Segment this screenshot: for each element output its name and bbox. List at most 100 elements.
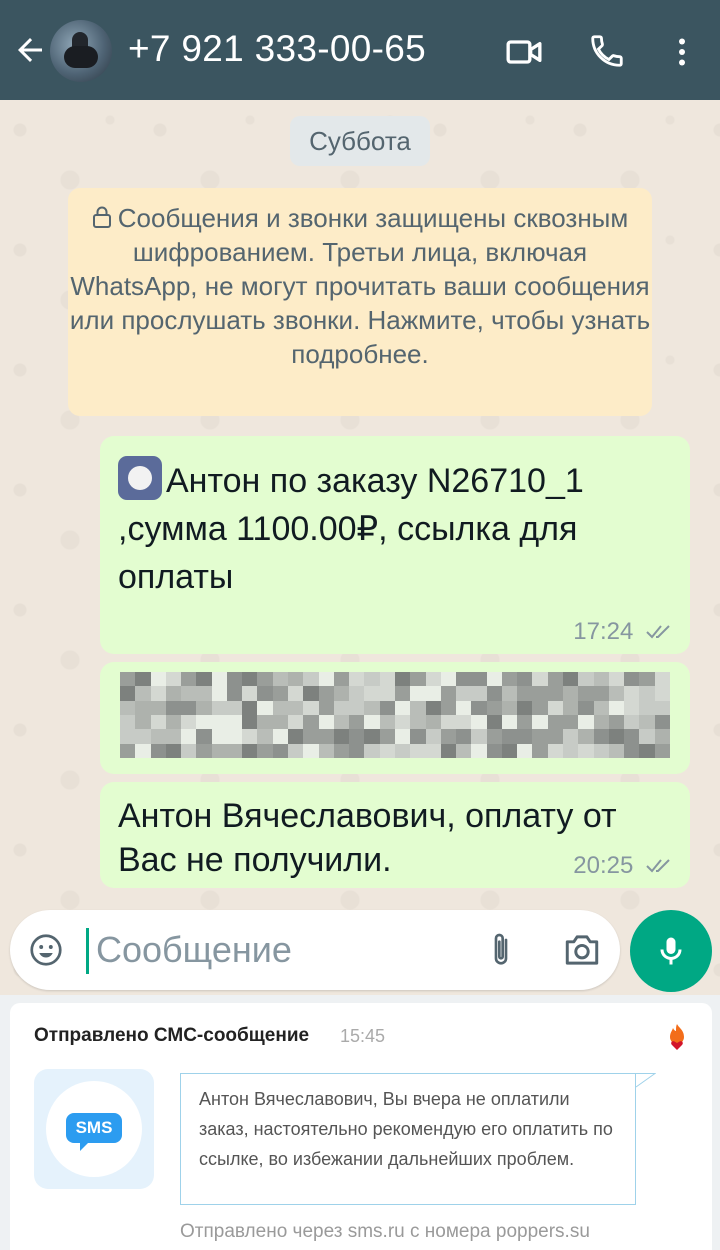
pixel-block: [379, 700, 395, 715]
pixel-block: [624, 686, 640, 701]
pixel-block: [593, 672, 609, 687]
pixel-block: [486, 729, 502, 744]
pixel-block: [517, 714, 533, 730]
pixel-block: [578, 743, 594, 758]
pixel-block: [181, 714, 197, 730]
text-caret: [86, 928, 89, 974]
pixel-block: [135, 729, 151, 744]
pixel-block: [181, 729, 197, 744]
pixel-block: [257, 743, 273, 758]
pixel-block: [517, 700, 533, 715]
more-vert-icon[interactable]: [664, 32, 700, 72]
pixel-block: [410, 700, 426, 715]
back-arrow-icon[interactable]: [12, 32, 48, 68]
pixel-block: [425, 729, 441, 744]
camera-icon[interactable]: [562, 932, 602, 968]
pixel-block: [181, 743, 197, 758]
message-input[interactable]: [96, 924, 476, 976]
pixel-block: [440, 743, 457, 758]
pixel-block: [272, 700, 289, 715]
pixel-block: [226, 729, 243, 744]
contact-avatar[interactable]: [50, 20, 112, 82]
sms-message-text: Антон Вячеславович, Вы вчера не оплатили…: [180, 1073, 636, 1205]
pixel-block: [563, 729, 579, 744]
message-bubble[interactable]: Антон Вячеславович, оплату от Вас не пол…: [100, 782, 690, 888]
message-time: 17:24: [573, 618, 634, 645]
pixel-block: [456, 672, 472, 687]
pixel-block: [257, 700, 273, 715]
pixel-block: [165, 686, 182, 701]
lock-icon: [92, 206, 111, 228]
pixel-block: [226, 714, 243, 730]
pixel-block: [349, 672, 365, 687]
pixel-block: [318, 714, 334, 730]
pixel-block: [410, 686, 426, 701]
pixel-block: [394, 686, 411, 701]
pixel-block: [425, 686, 441, 701]
video-call-icon[interactable]: [504, 32, 544, 72]
pixel-block: [410, 743, 426, 758]
pixel-block: [517, 743, 533, 758]
pixel-block: [211, 686, 227, 701]
pixel-block: [135, 686, 151, 701]
pixel-block: [578, 672, 594, 687]
pixel-block: [639, 714, 655, 730]
pixel-block: [303, 714, 319, 730]
pixelated-link-content: [120, 672, 670, 758]
pixel-block: [226, 743, 243, 758]
pixel-block: [654, 714, 670, 730]
message-time: 20:25: [573, 852, 634, 879]
pixel-block: [425, 700, 441, 715]
pixel-block: [608, 729, 625, 744]
pixel-block: [318, 700, 334, 715]
pixel-block: [288, 729, 304, 744]
pixel-block: [440, 686, 457, 701]
message-bubble[interactable]: Антон по заказу N26710_1 ,сумма 1100.00₽…: [100, 436, 690, 654]
pixel-block: [150, 743, 166, 758]
pixel-block: [394, 729, 411, 744]
pixel-block: [654, 686, 670, 701]
pixel-block: [196, 714, 212, 730]
pixel-block: [120, 743, 136, 758]
voice-record-button[interactable]: [630, 910, 712, 992]
pixel-block: [501, 714, 518, 730]
pixel-block: [257, 714, 273, 730]
pixel-block: [349, 686, 365, 701]
pixel-block: [226, 700, 243, 715]
attach-icon[interactable]: [486, 930, 516, 970]
pixel-block: [379, 672, 395, 687]
pixel-block: [517, 729, 533, 744]
pixel-block: [639, 743, 655, 758]
pixel-block: [379, 743, 395, 758]
message-composer: [10, 910, 620, 990]
pixel-block: [593, 729, 609, 744]
pixel-block: [211, 714, 227, 730]
pixel-block: [379, 686, 395, 701]
pixel-block: [394, 672, 411, 687]
emoji-icon[interactable]: [28, 932, 64, 968]
phone-icon[interactable]: [588, 32, 626, 70]
pixel-block: [486, 686, 502, 701]
pixel-block: [165, 729, 182, 744]
pixel-block: [120, 729, 136, 744]
pixel-block: [593, 686, 609, 701]
pixel-block: [471, 714, 487, 730]
pixel-block: [120, 686, 136, 701]
double-tick-icon: [646, 859, 670, 873]
contact-name[interactable]: +7 921 333-00-65: [128, 28, 426, 70]
pixel-block: [211, 729, 227, 744]
pixel-block: [563, 686, 579, 701]
pixel-block: [440, 672, 457, 687]
pixel-block: [547, 743, 564, 758]
pixel-block: [501, 686, 518, 701]
pixel-block: [608, 743, 625, 758]
sms-notification-card[interactable]: Отправлено СМС-сообщение 15:45 SMS Антон…: [10, 1003, 712, 1250]
pixel-block: [654, 743, 670, 758]
double-tick-icon: [646, 625, 670, 639]
pixel-block: [288, 686, 304, 701]
encryption-notice[interactable]: Сообщения и звонки защищены сквозным шиф…: [68, 188, 652, 416]
pixel-block: [532, 743, 548, 758]
message-bubble-obscured[interactable]: [100, 662, 690, 774]
pixel-block: [563, 743, 579, 758]
pixel-block: [318, 729, 334, 744]
